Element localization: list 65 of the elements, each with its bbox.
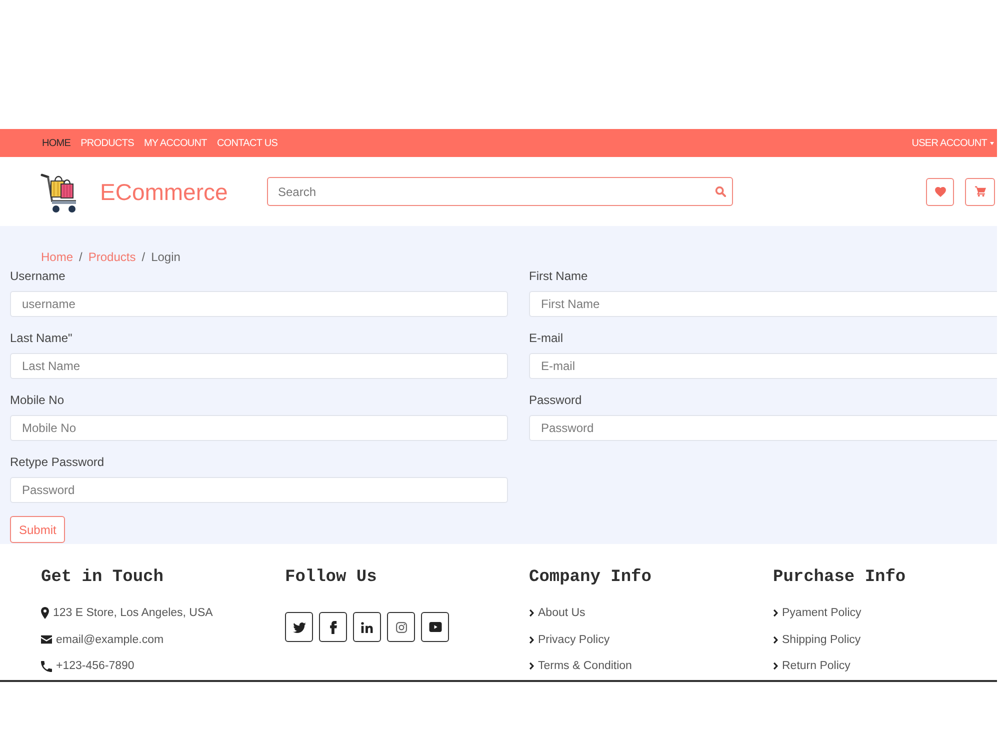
- field-label: Last Name": [10, 330, 74, 346]
- nav-link[interactable]: PRODUCTS: [80, 136, 134, 150]
- caret-icon: [990, 142, 994, 144]
- breadcrumb-separator: /: [79, 249, 82, 265]
- address-text: 123 E Store, Los Angeles, USA: [53, 606, 213, 621]
- field-label: E-mail: [529, 330, 564, 346]
- social-button[interactable]: [387, 612, 415, 642]
- social-button[interactable]: [285, 612, 313, 642]
- field-label: Retype Password: [10, 454, 106, 470]
- field-label: Mobile No: [10, 392, 66, 408]
- bird-icon: [292, 622, 306, 632]
- envelope-icon: [41, 635, 52, 644]
- chevron-right-icon: [529, 609, 534, 617]
- input-field[interactable]: Mobile No: [10, 415, 508, 441]
- submit-button[interactable]: Submit: [10, 516, 66, 543]
- chevron-right-icon: [773, 609, 778, 617]
- chevron-right-icon: [529, 662, 534, 670]
- input-field[interactable]: Last Name: [10, 353, 508, 379]
- footer-link[interactable]: Pyament Policy: [782, 605, 862, 621]
- social-button[interactable]: [353, 612, 381, 642]
- footer-heading: Purchase Info: [773, 568, 906, 588]
- brand-name[interactable]: ECommerce: [100, 178, 267, 206]
- input-field[interactable]: First Name: [529, 291, 997, 317]
- social-button[interactable]: [421, 612, 449, 642]
- phone-icon: [41, 660, 52, 672]
- breadcrumb-link[interactable]: Home: [41, 249, 74, 265]
- wishlist-button[interactable]: [926, 178, 954, 206]
- map-pin-icon: [41, 607, 49, 619]
- letters-in-icon: [361, 622, 373, 632]
- footer-heading: Company Info: [529, 568, 652, 588]
- cart-button[interactable]: [965, 178, 995, 206]
- search-icon[interactable]: [715, 186, 726, 197]
- chevron-right-icon: [773, 636, 778, 644]
- social-button[interactable]: [319, 612, 347, 642]
- footer-heading: Get in Touch: [41, 568, 164, 588]
- footer-link[interactable]: Shipping Policy: [782, 632, 861, 648]
- footer-link[interactable]: Terms & Condition: [538, 658, 632, 674]
- breadcrumb-link[interactable]: Products: [88, 249, 136, 265]
- breadcrumb-current: Login: [151, 249, 180, 265]
- nav-link[interactable]: HOME: [42, 136, 71, 150]
- email-text: email@example.com: [56, 632, 164, 648]
- breadcrumb-separator: /: [142, 249, 146, 265]
- footer-link[interactable]: Privacy Policy: [538, 632, 610, 648]
- heart-icon: [934, 186, 946, 196]
- play-button-icon: [428, 622, 442, 632]
- footer-link[interactable]: About Us: [538, 605, 586, 621]
- footer-link[interactable]: Return Policy: [782, 658, 850, 674]
- nav-link[interactable]: MY ACCOUNT: [144, 136, 207, 150]
- input-field[interactable]: Password: [529, 415, 997, 441]
- cart-icon: [974, 186, 986, 197]
- phone-text: +123-456-7890: [56, 659, 134, 674]
- camera-icon: [396, 622, 406, 632]
- chevron-right-icon: [529, 636, 534, 644]
- search-field[interactable]: Search: [267, 177, 733, 206]
- input-field[interactable]: username: [10, 291, 508, 317]
- field-label: Username: [10, 268, 66, 284]
- footer-heading: Follow Us: [285, 568, 377, 588]
- input-field[interactable]: Password: [10, 477, 508, 503]
- user-account-dropdown[interactable]: USER ACCOUNT: [912, 136, 994, 150]
- field-label: First Name: [529, 268, 589, 284]
- letter-f-icon: [330, 620, 336, 634]
- chevron-right-icon: [773, 662, 778, 670]
- nav-link[interactable]: CONTACT US: [216, 136, 278, 150]
- field-label: Password: [529, 392, 583, 408]
- input-field[interactable]: E-mail: [529, 353, 997, 379]
